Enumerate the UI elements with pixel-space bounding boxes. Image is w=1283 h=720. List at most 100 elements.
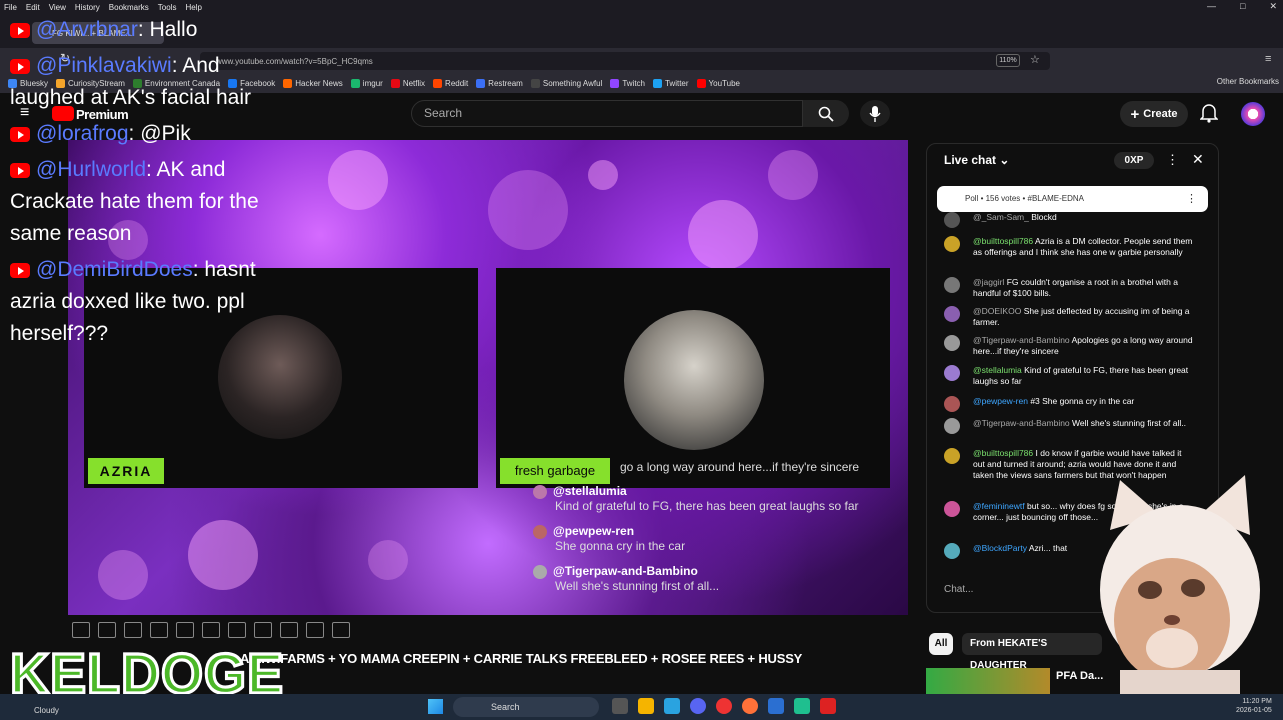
speed-icon[interactable] (228, 622, 246, 638)
chat-author[interactable]: @Tigerpaw-and-Bambino (973, 335, 1070, 345)
chat-author[interactable]: @builttospill786 (973, 236, 1033, 246)
menu-item[interactable]: Tools (158, 3, 177, 12)
youtube-app-icon[interactable] (820, 698, 836, 714)
chat-message[interactable]: @stellalumia Kind of grateful to FG, the… (944, 365, 1194, 387)
live-chat-header[interactable]: Live chat ⌄ (944, 153, 1009, 167)
menu-item[interactable]: History (75, 3, 100, 12)
app-red-icon[interactable] (716, 698, 732, 714)
bookmark-item[interactable]: Netflix (390, 78, 425, 88)
star-icon[interactable]: ☆ (1030, 53, 1040, 66)
xp-badge[interactable]: 0XP (1114, 152, 1154, 169)
bookmark-item[interactable]: Twitter (652, 78, 689, 88)
file-explorer-icon[interactable] (638, 698, 654, 714)
close-chat-icon[interactable]: ✕ (1192, 151, 1204, 168)
loop-icon[interactable] (72, 622, 90, 638)
chat-author[interactable]: @femininewtf (973, 501, 1025, 511)
chat-author[interactable]: @Tigerpaw-and-Bambino (973, 418, 1070, 428)
bookmark-item[interactable]: Twitch (610, 78, 645, 88)
chevron-down-icon: ⌄ (999, 153, 1010, 167)
edge-icon[interactable] (664, 698, 680, 714)
chat-author[interactable]: @BlockdParty (973, 543, 1027, 553)
video-title: A KIWIFARMS + YO MAMA CREEPIN + CARRIE T… (240, 651, 803, 666)
keyboard-icon[interactable] (306, 622, 324, 638)
bookmark-label: Twitter (664, 78, 689, 88)
more-options-icon[interactable]: ⋮ (1166, 152, 1179, 168)
search-input[interactable]: Search (411, 100, 803, 127)
grid-icon[interactable] (202, 622, 220, 638)
chat-username: @lorafrog (36, 122, 129, 145)
url-bar[interactable]: www.youtube.com/watch?v=5BpC_HC9qms (200, 52, 1050, 70)
account-avatar[interactable] (1241, 102, 1265, 126)
chat-avatar (944, 277, 960, 293)
zoom-level[interactable]: 110% (996, 54, 1020, 67)
chat-author[interactable]: @pewpew-ren (973, 396, 1028, 406)
weather-label[interactable]: Cloudy (34, 706, 59, 715)
chip-all[interactable]: All (929, 633, 953, 655)
chat-avatar (944, 501, 960, 517)
create-button[interactable]: + Create (1120, 101, 1188, 127)
chat-message[interactable]: @jaggirl FG couldn't organise a root in … (944, 277, 1194, 299)
other-bookmarks[interactable]: Other Bookmarks (1217, 77, 1279, 86)
overlay-chat-line: @pewpew-ren She gonna cry in the car (533, 524, 685, 553)
menu-item[interactable]: Bookmarks (109, 3, 149, 12)
voice-search-button[interactable] (860, 100, 890, 127)
windows-start-icon[interactable] (428, 699, 443, 714)
firefox-icon[interactable] (742, 698, 758, 714)
bookmark-item[interactable]: imgur (350, 78, 383, 88)
chat-username: @DemiBirdDoes (36, 258, 193, 281)
overlay-chat-avatar (533, 564, 547, 579)
taskbar-search[interactable]: Search (453, 697, 599, 717)
menu-item[interactable]: File (4, 3, 17, 12)
chat-author[interactable]: @stellalumia (973, 365, 1022, 375)
resize-icon[interactable] (176, 622, 194, 638)
poll-menu-icon[interactable]: ⋮ (1186, 192, 1197, 205)
discord-icon[interactable] (690, 698, 706, 714)
settings-gear-icon[interactable] (332, 622, 350, 638)
theater-icon[interactable] (150, 622, 168, 638)
bookmark-item[interactable]: YouTube (696, 78, 740, 88)
recommended-thumbnail[interactable] (926, 668, 1050, 694)
minimize-icon[interactable]: — (1207, 1, 1216, 12)
chat-message[interactable]: @DOEIKOO She just deflected by accusing … (944, 306, 1194, 328)
chat-username: @Hurlworld (36, 158, 147, 181)
menu-item[interactable]: Help (185, 3, 201, 12)
chat-author[interactable]: @DOEIKOO (973, 306, 1021, 316)
menu-item[interactable]: Edit (26, 3, 40, 12)
fox-mascot-image (1100, 475, 1260, 700)
menu-icon[interactable]: ≡ (1265, 53, 1271, 65)
player-controls (72, 622, 350, 638)
notifications-bell-icon[interactable] (1200, 103, 1218, 123)
chat-message[interactable]: @Tigerpaw-and-Bambino Well she's stunnin… (944, 418, 1194, 434)
chat-message[interactable]: @_Sam-Sam_ Blockd (944, 212, 1194, 228)
mic-icon (869, 105, 881, 122)
bookmark-item[interactable]: Hacker News (283, 78, 343, 88)
screenshot-icon[interactable] (280, 622, 298, 638)
close-window-icon[interactable]: ✕ (1269, 1, 1277, 12)
chat-message[interactable]: @Tigerpaw-and-Bambino Apologies go a lon… (944, 335, 1194, 357)
create-label: Create (1143, 108, 1178, 120)
taskbar-clock[interactable]: 11:20 PM 2026-01-05 (1236, 697, 1272, 715)
menu-item[interactable]: View (49, 3, 66, 12)
bookmark-item[interactable]: Something Awful (530, 78, 602, 88)
add-icon[interactable] (254, 622, 272, 638)
overlay-chat-text: go a long way around here...if they're s… (620, 460, 860, 474)
right-name-tag: fresh garbage (500, 458, 610, 484)
chat-message[interactable]: @pewpew-ren #3 She gonna cry in the car (944, 396, 1194, 412)
overlay-chat-message: @DemiBirdDoes: hasnt azria doxxed like t… (10, 258, 256, 345)
task-view-icon[interactable] (612, 698, 628, 714)
chat-author[interactable]: @builttospill786 (973, 448, 1033, 458)
chat-author[interactable]: @jaggirl (973, 277, 1004, 287)
chat-input[interactable]: Chat... (944, 584, 1084, 595)
bookmark-item[interactable]: Reddit (433, 78, 468, 88)
maximize-icon[interactable]: □ (1240, 1, 1245, 12)
captions-icon[interactable] (124, 622, 142, 638)
bookmark-item[interactable]: Restream (476, 78, 523, 88)
broadcast-icon[interactable] (98, 622, 116, 638)
chat-author[interactable]: @_Sam-Sam_ (973, 212, 1029, 222)
chat-message[interactable]: @builttospill786 Azria is a DM collector… (944, 236, 1194, 258)
app-green-icon[interactable] (794, 698, 810, 714)
overlay-chat-user: @Tigerpaw-and-Bambino (553, 564, 698, 578)
poll-banner[interactable]: Poll • 156 votes • #BLAME-EDNA (937, 186, 1208, 212)
search-button[interactable] (803, 100, 849, 127)
word-icon[interactable] (768, 698, 784, 714)
